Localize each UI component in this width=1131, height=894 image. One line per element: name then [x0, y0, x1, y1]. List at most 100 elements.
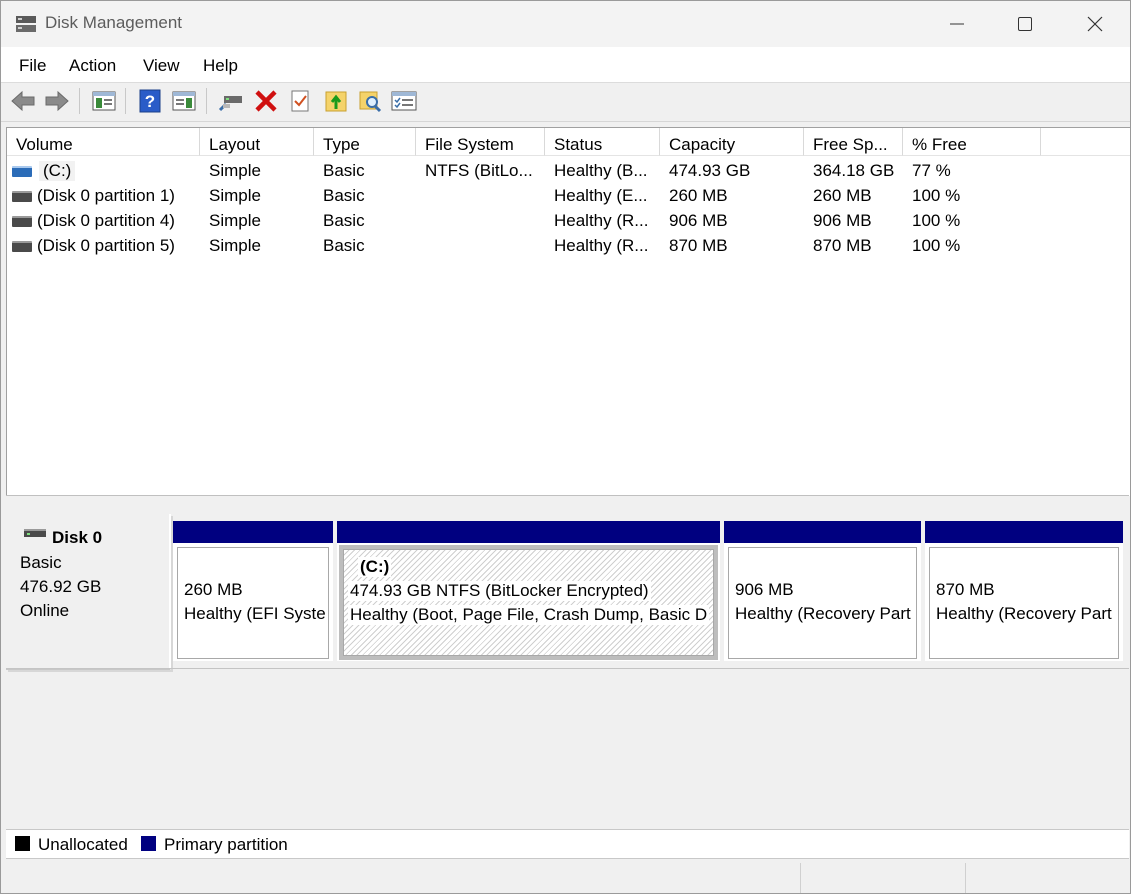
menu-file[interactable]: File: [19, 56, 46, 76]
column-header-file-system[interactable]: File System: [416, 128, 545, 156]
cell-percent-free: 77 %: [912, 161, 951, 180]
volume-list[interactable]: Volume Layout Type File System Status Ca…: [6, 127, 1130, 496]
partition-c-drive[interactable]: (C:) 474.93 GB NTFS (BitLocker Encrypted…: [337, 521, 720, 661]
cell-layout: Simple: [209, 211, 261, 230]
cell-volume: (Disk 0 partition 4): [37, 211, 175, 230]
table-row[interactable]: (C:) Simple Basic NTFS (BitLo... Healthy…: [7, 159, 1130, 184]
partition-type-bar: [724, 521, 921, 543]
cell-layout: Simple: [209, 186, 261, 205]
partition-recovery-1[interactable]: 906 MB Healthy (Recovery Part: [724, 521, 921, 661]
close-icon: [1087, 16, 1103, 32]
volume-icon: [12, 216, 32, 227]
partition-body: 260 MB Healthy (EFI Syste: [177, 547, 329, 659]
legend: Unallocated Primary partition: [6, 829, 1129, 859]
partition-recovery-2[interactable]: 870 MB Healthy (Recovery Part: [925, 521, 1123, 661]
svg-text:?: ?: [145, 92, 155, 111]
disk-state: Online: [20, 601, 70, 620]
toolbar-separator: [206, 88, 207, 114]
forward-button[interactable]: [44, 88, 70, 114]
cell-free-space: 364.18 GB: [813, 161, 895, 180]
cell-volume: (C:): [39, 161, 76, 181]
menu-bar: File Action View Help: [1, 47, 1130, 83]
cell-type: Basic: [323, 186, 365, 205]
column-header-label: File System: [425, 135, 514, 154]
disk-type: Basic: [20, 553, 62, 572]
partition-status: Healthy (Recovery Part: [735, 604, 911, 623]
cell-capacity: 906 MB: [669, 211, 728, 230]
cell-status: Healthy (E...: [554, 186, 648, 205]
partition-body: (C:) 474.93 GB NTFS (BitLocker Encrypted…: [339, 545, 718, 660]
disk-size: 476.92 GB: [20, 577, 102, 596]
cell-status: Healthy (R...: [554, 211, 649, 230]
cell-status: Healthy (B...: [554, 161, 648, 180]
column-header-status[interactable]: Status: [545, 128, 660, 156]
column-header-layout[interactable]: Layout: [200, 128, 314, 156]
cell-capacity: 474.93 GB: [669, 161, 751, 180]
menu-action[interactable]: Action: [69, 56, 116, 76]
maximize-button[interactable]: [990, 1, 1060, 47]
forward-icon: [45, 90, 69, 112]
help-button[interactable]: ?: [137, 88, 163, 114]
column-header-volume[interactable]: Volume: [7, 128, 200, 156]
legend-swatch-unallocated: [15, 836, 30, 851]
import-button[interactable]: [323, 88, 349, 114]
cell-free-space: 870 MB: [813, 236, 872, 255]
help-icon: ?: [139, 89, 161, 113]
connect-virtual-disk-button[interactable]: [218, 88, 244, 114]
search-button[interactable]: [357, 88, 383, 114]
volume-icon: [12, 191, 32, 202]
partition-size: 474.93 GB NTFS (BitLocker Encrypted): [348, 581, 651, 601]
cell-capacity: 870 MB: [669, 236, 728, 255]
partition-status: Healthy (EFI Syste: [184, 604, 326, 623]
cell-percent-free: 100 %: [912, 186, 961, 205]
partition-size: 906 MB: [735, 580, 794, 599]
delete-button[interactable]: [253, 88, 279, 114]
table-row[interactable]: (Disk 0 partition 4) Simple Basic Health…: [7, 209, 1130, 234]
search-icon: [359, 91, 382, 113]
check-icon: [291, 90, 309, 112]
column-header-label: Type: [323, 135, 360, 154]
show-hide-console-tree-button[interactable]: [91, 88, 117, 114]
partition-efi[interactable]: 260 MB Healthy (EFI Syste: [173, 521, 333, 661]
minimize-button[interactable]: [922, 1, 992, 47]
table-row[interactable]: (Disk 0 partition 1) Simple Basic Health…: [7, 184, 1130, 209]
column-header-label: Layout: [209, 135, 261, 154]
import-icon: [325, 91, 347, 112]
partition-type-bar: [337, 521, 720, 543]
legend-label-primary: Primary partition: [164, 835, 288, 854]
cell-free-space: 906 MB: [813, 211, 872, 230]
cell-layout: Simple: [209, 161, 261, 180]
title-bar: Disk Management: [1, 1, 1130, 47]
cell-percent-free: 100 %: [912, 211, 961, 230]
partition-body: 906 MB Healthy (Recovery Part: [728, 547, 917, 659]
partition-size: 260 MB: [184, 580, 243, 599]
cell-capacity: 260 MB: [669, 186, 728, 205]
cell-volume: (Disk 0 partition 5): [37, 236, 175, 255]
check-button[interactable]: [287, 88, 313, 114]
column-header-percent-free[interactable]: % Free: [903, 128, 1041, 156]
column-header-free-space[interactable]: Free Sp...: [804, 128, 903, 156]
column-header-capacity[interactable]: Capacity: [660, 128, 804, 156]
cell-status: Healthy (R...: [554, 236, 649, 255]
column-header-label: Status: [554, 135, 603, 154]
status-separator: [800, 863, 801, 893]
menu-help[interactable]: Help: [203, 56, 238, 76]
disk-info-panel[interactable]: Disk 0 Basic 476.92 GB Online: [6, 514, 171, 670]
show-hide-console-tree-icon: [92, 91, 116, 111]
column-header-type[interactable]: Type: [314, 128, 416, 156]
maximize-icon: [1018, 17, 1032, 31]
menu-view[interactable]: View: [143, 56, 180, 76]
column-header-label: Free Sp...: [813, 135, 888, 154]
window-title: Disk Management: [45, 13, 183, 32]
delete-icon: [255, 90, 277, 112]
disk-management-icon: [15, 14, 37, 34]
back-button[interactable]: [10, 88, 36, 114]
cell-type: Basic: [323, 161, 365, 180]
show-hide-action-pane-button[interactable]: [171, 88, 197, 114]
partition-label: (C:): [358, 557, 392, 577]
properties-button[interactable]: [391, 88, 417, 114]
close-button[interactable]: [1060, 1, 1130, 47]
properties-icon: [391, 91, 417, 111]
partition-status: Healthy (Recovery Part: [936, 604, 1112, 623]
table-row[interactable]: (Disk 0 partition 5) Simple Basic Health…: [7, 234, 1130, 259]
